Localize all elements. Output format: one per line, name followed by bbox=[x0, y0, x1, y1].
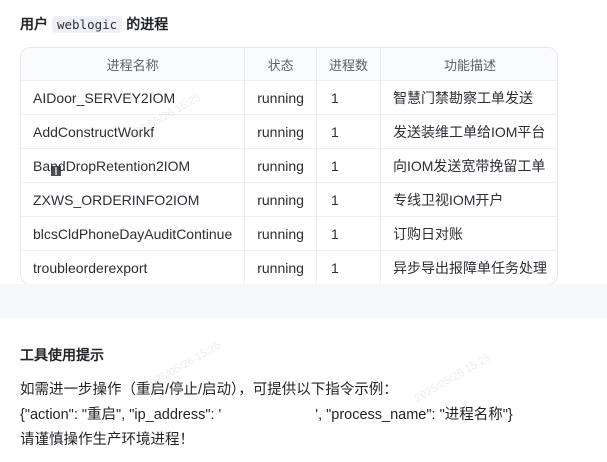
process-description-cell: 订购日对账 bbox=[380, 216, 557, 251]
title-username: weblogic bbox=[52, 16, 123, 33]
process-count-cell: 1 bbox=[316, 216, 381, 251]
example-command-start: {"action": "重启", "ip_address": ' bbox=[20, 407, 222, 423]
process-name-cell: troubleorderexport bbox=[21, 250, 246, 284]
process-count-cell: 1 bbox=[316, 80, 381, 115]
process-name-cell: blcsCldPhoneDayAuditContinue bbox=[21, 216, 246, 251]
section-divider-band bbox=[0, 284, 607, 318]
process-description-cell: 智慧门禁勘察工单发送 bbox=[380, 80, 557, 115]
process-status-cell: running bbox=[244, 114, 317, 149]
process-status-cell: running bbox=[244, 250, 317, 284]
table-row: AIDoor_SERVEY2IOM running 1 智慧门禁勘察工单发送 bbox=[21, 80, 557, 115]
process-description-cell: 专线卫视IOM开户 bbox=[380, 182, 557, 217]
tips-line-example: {"action": "重启", "ip_address": ' ', "proc… bbox=[20, 403, 513, 424]
process-name-cell: AddConstructWorkf bbox=[21, 114, 246, 149]
process-count-cell: 1 bbox=[316, 114, 381, 149]
table-row: BandDropRetention2IOM running 1 向IOM发送宽带… bbox=[21, 148, 557, 183]
process-name-cell: ZXWS_ORDERINFO2IOM bbox=[21, 182, 246, 217]
process-count-cell: 1 bbox=[316, 148, 381, 183]
process-description-cell: 向IOM发送宽带挽留工单 bbox=[380, 148, 557, 183]
table-header-row: 进程名称 状态 进程数 功能描述 bbox=[21, 48, 557, 81]
column-header-status: 状态 bbox=[244, 48, 317, 81]
process-name-cell: AIDoor_SERVEY2IOM bbox=[21, 80, 246, 115]
process-count-cell: 1 bbox=[316, 182, 381, 217]
example-command-end: ', "process_name": "进程名称"} bbox=[315, 407, 513, 423]
process-status-cell: running bbox=[244, 80, 317, 115]
title-suffix: 的进程 bbox=[126, 16, 169, 32]
process-description-cell: 发送装维工单给IOM平台 bbox=[380, 114, 557, 149]
watermark-text: 2025/05/26 15:25 bbox=[412, 351, 493, 405]
process-table-card: 进程名称 状态 进程数 功能描述 AIDoor_SERVEY2IOM runni… bbox=[20, 47, 558, 285]
page-title: 用户 weblogic 的进程 bbox=[20, 14, 168, 34]
process-table: 进程名称 状态 进程数 功能描述 AIDoor_SERVEY2IOM runni… bbox=[21, 48, 557, 284]
i-beam-cursor-icon bbox=[51, 166, 61, 176]
column-header-description: 功能描述 bbox=[380, 48, 557, 81]
table-row: ZXWS_ORDERINFO2IOM running 1 专线卫视IOM开户 bbox=[21, 182, 557, 217]
process-description-cell: 异步导出报障单任务处理 bbox=[392, 259, 547, 276]
process-status-cell: running bbox=[244, 182, 317, 217]
process-count-cell: 1 bbox=[316, 250, 381, 284]
column-header-name: 进程名称 bbox=[21, 48, 246, 81]
table-row: blcsCldPhoneDayAuditContinue running 1 订… bbox=[21, 216, 557, 251]
tips-title: 工具使用提示 bbox=[20, 347, 104, 363]
title-prefix: 用户 bbox=[20, 16, 48, 32]
process-status-cell: running bbox=[244, 216, 317, 251]
tips-line-warning: 请谨慎操作生产环境进程！ bbox=[20, 432, 194, 448]
process-status-cell: running bbox=[244, 148, 317, 183]
tips-line-instruction: 如需进一步操作（重启/停止/启动），可提供以下指令示例： bbox=[20, 382, 398, 398]
column-header-count: 进程数 bbox=[316, 48, 381, 81]
table-row: AddConstructWorkf running 1 发送装维工单给IOM平台 bbox=[21, 114, 557, 149]
table-row: troubleorderexport running 1 异步导出报障单任务处理 bbox=[21, 250, 557, 284]
